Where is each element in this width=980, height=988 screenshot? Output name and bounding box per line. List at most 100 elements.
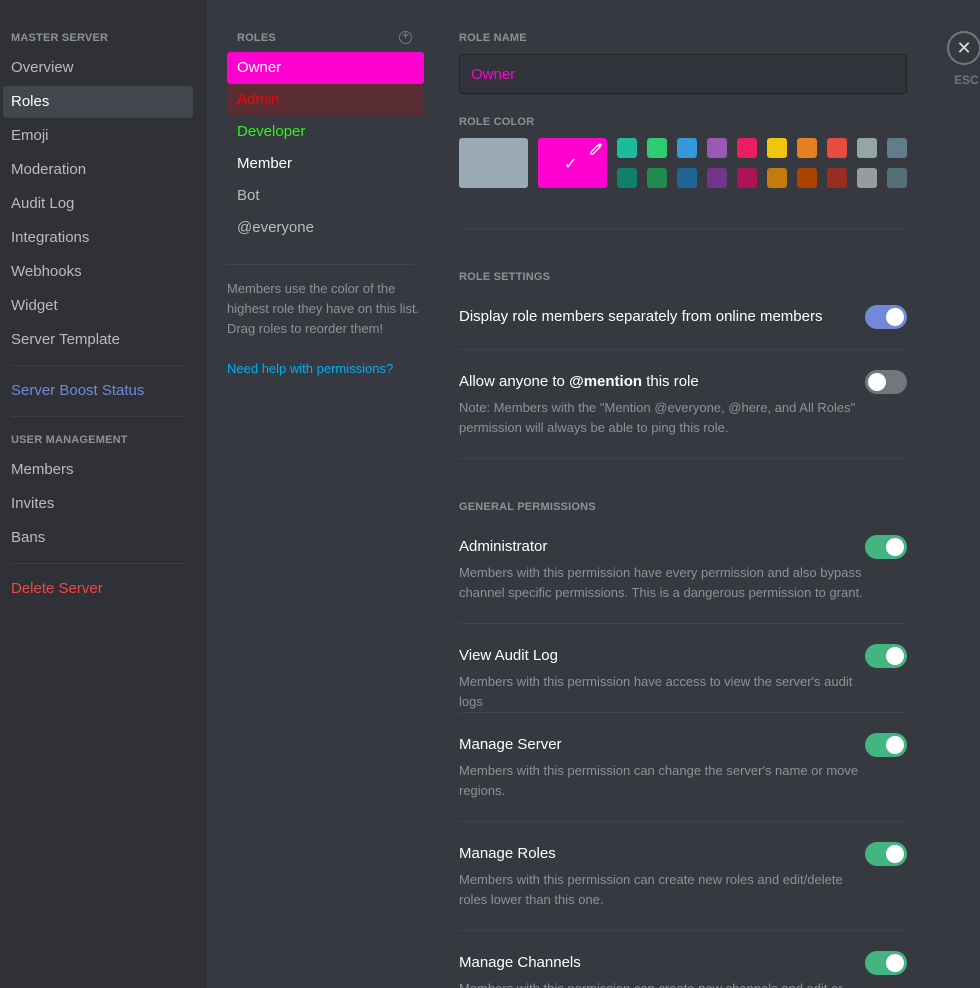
setting-divider [459, 821, 907, 822]
permission-title-view-audit-log: View Audit Log [459, 647, 558, 664]
permission-title-manage-channels: Manage Channels [459, 954, 581, 971]
color-swatch[interactable] [857, 168, 877, 188]
color-swatch[interactable] [647, 168, 667, 188]
color-swatch[interactable] [617, 168, 637, 188]
settings-sidebar: MASTER SERVER Overview Roles Emoji Moder… [0, 0, 207, 988]
role-item-owner[interactable]: Owner [227, 52, 424, 84]
permission-desc-manage-roles: Members with this permission can create … [459, 872, 843, 907]
role-name-input[interactable] [459, 54, 907, 94]
permission-toggle-view-audit-log[interactable] [865, 644, 907, 668]
role-item-admin[interactable]: Admin [227, 84, 424, 116]
section-divider [459, 458, 907, 459]
color-swatch[interactable] [707, 138, 727, 158]
setting-divider [459, 712, 907, 713]
color-swatch[interactable] [827, 168, 847, 188]
sidebar-item-roles[interactable]: Roles [3, 86, 193, 118]
color-swatch[interactable] [887, 138, 907, 158]
role-settings-label: ROLE SETTINGS [459, 271, 551, 283]
color-swatch[interactable] [647, 138, 667, 158]
color-swatch[interactable] [797, 168, 817, 188]
roles-list-panel: ROLES + Owner Admin Developer Member Bot… [227, 0, 424, 988]
setting-divider [459, 930, 907, 931]
permission-title-manage-server: Manage Server [459, 736, 562, 753]
toggle-knob [868, 373, 886, 391]
color-swatch[interactable] [767, 138, 787, 158]
sidebar-item-members[interactable]: Members [3, 454, 193, 486]
color-swatch[interactable] [677, 138, 697, 158]
setting-divider [459, 623, 907, 624]
color-swatch[interactable] [677, 168, 697, 188]
sidebar-item-integrations[interactable]: Integrations [3, 222, 193, 254]
permission-title-administrator: Administrator [459, 538, 548, 555]
sidebar-item-bans[interactable]: Bans [3, 522, 193, 554]
color-swatch[interactable] [797, 138, 817, 158]
display-separately-toggle[interactable] [865, 305, 907, 329]
toggle-knob [886, 308, 904, 326]
sidebar-divider [11, 563, 184, 564]
permission-desc-manage-channels: Members with this permission can create … [459, 979, 869, 988]
role-name-label: ROLE NAME [459, 32, 527, 44]
color-swatch[interactable] [767, 168, 787, 188]
sidebar-item-server-boost-status[interactable]: Server Boost Status [3, 375, 193, 407]
sidebar-item-overview[interactable]: Overview [3, 52, 193, 84]
mention-toggle[interactable] [865, 370, 907, 394]
permission-toggle-manage-server[interactable] [865, 733, 907, 757]
sidebar-item-audit-log[interactable]: Audit Log [3, 188, 193, 220]
server-section-header: MASTER SERVER [11, 32, 109, 44]
toggle-knob [886, 954, 904, 972]
general-permissions-label: GENERAL PERMISSIONS [459, 501, 596, 513]
toggle-knob [886, 736, 904, 754]
color-swatch[interactable] [617, 138, 637, 158]
permission-desc-manage-server: Members with this permission can change … [459, 763, 859, 798]
role-item-bot[interactable]: Bot [227, 180, 424, 212]
color-swatch[interactable] [857, 138, 877, 158]
permissions-help-link[interactable]: Need help with permissions? [227, 359, 393, 379]
permission-toggle-manage-channels[interactable] [865, 951, 907, 975]
roles-divider [227, 264, 413, 265]
default-color-swatch[interactable] [459, 138, 528, 188]
section-divider [459, 228, 907, 229]
mention-title: Allow anyone to @mention this role [459, 373, 699, 390]
sidebar-item-emoji[interactable]: Emoji [3, 120, 193, 152]
user-management-header: USER MANAGEMENT [11, 434, 128, 446]
permission-toggle-manage-roles[interactable] [865, 842, 907, 866]
color-swatch[interactable] [887, 168, 907, 188]
sidebar-item-moderation[interactable]: Moderation [3, 154, 193, 186]
toggle-knob [886, 647, 904, 665]
display-separately-title: Display role members separately from onl… [459, 308, 823, 325]
sidebar-item-widget[interactable]: Widget [3, 290, 193, 322]
color-swatch[interactable] [737, 138, 757, 158]
sidebar-item-invites[interactable]: Invites [3, 488, 193, 520]
permission-toggle-administrator[interactable] [865, 535, 907, 559]
permission-title-manage-roles: Manage Roles [459, 845, 556, 862]
sidebar-divider [11, 416, 184, 417]
color-swatch[interactable] [827, 138, 847, 158]
sidebar-item-webhooks[interactable]: Webhooks [3, 256, 193, 288]
color-swatch[interactable] [707, 168, 727, 188]
mention-title-pre: Allow anyone to [459, 373, 570, 390]
role-item-everyone[interactable]: @everyone [227, 212, 424, 244]
setting-divider [459, 349, 907, 350]
roles-header: ROLES [237, 32, 276, 44]
toggle-knob [886, 538, 904, 556]
roles-help-text: Members use the color of the highest rol… [227, 281, 420, 336]
color-swatch[interactable] [737, 168, 757, 188]
toggle-knob [886, 845, 904, 863]
permission-desc-view-audit-log: Members with this permission have access… [459, 674, 853, 709]
mention-title-bold: @mention [569, 373, 643, 390]
esc-label: ESC [954, 73, 979, 87]
role-settings-panel: ROLE NAME ROLE COLOR ✓ ROLE SETTINGS Dis… [459, 0, 907, 988]
role-color-label: ROLE COLOR [459, 116, 535, 128]
sidebar-item-server-template[interactable]: Server Template [3, 324, 193, 356]
role-item-developer[interactable]: Developer [227, 116, 424, 148]
mention-desc: Note: Members with the "Mention @everyon… [459, 400, 856, 435]
add-role-icon[interactable]: + [399, 31, 412, 44]
color-swatch-grid [617, 138, 907, 188]
sidebar-divider [11, 365, 184, 366]
eyedropper-icon [589, 142, 603, 161]
close-icon[interactable]: ✕ [947, 31, 980, 65]
custom-color-swatch[interactable]: ✓ [538, 138, 607, 188]
sidebar-item-delete-server[interactable]: Delete Server [3, 573, 193, 605]
mention-title-post: this role [642, 373, 699, 390]
role-item-member[interactable]: Member [227, 148, 424, 180]
